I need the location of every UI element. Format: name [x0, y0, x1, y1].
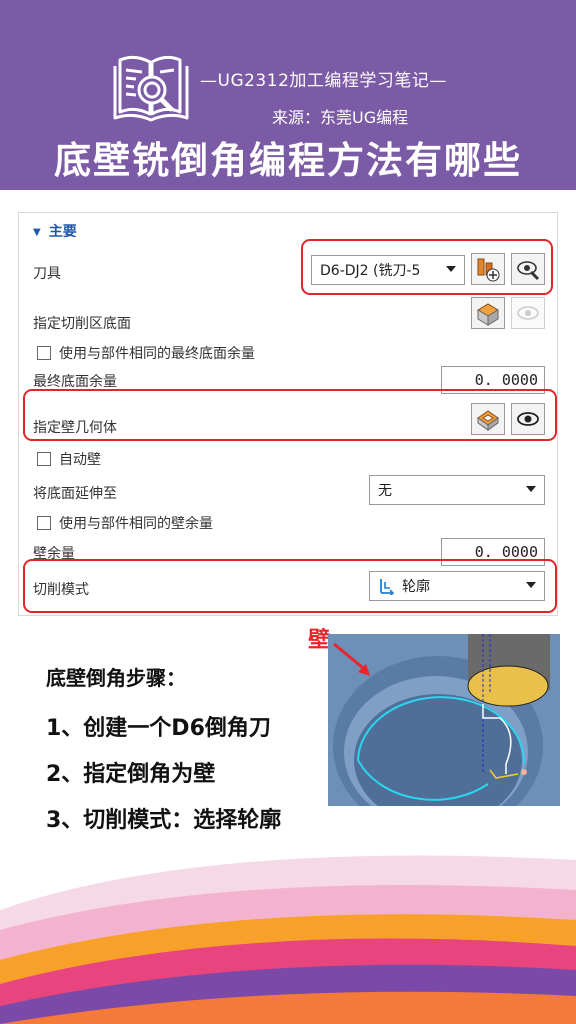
auto-wall-checkbox[interactable]: 自动壁	[37, 449, 101, 469]
show-floor-button[interactable]	[511, 297, 545, 329]
header-subtitle: —UG2312加工编程学习笔记—	[200, 71, 447, 91]
profile-mode-icon	[380, 579, 395, 595]
book-search-icon	[113, 55, 189, 122]
create-tool-button[interactable]	[471, 253, 505, 285]
chevron-down-icon	[526, 486, 536, 492]
extend-floor-select-value: 无	[378, 483, 392, 499]
extend-floor-label: 将底面延伸至	[33, 486, 117, 502]
tool-select[interactable]: D6-DJ2 (铣刀-5	[311, 255, 465, 285]
step-1: 1、创建一个D6倒角刀	[46, 716, 271, 741]
wall-stock-checkbox[interactable]: 使用与部件相同的壁余量	[37, 513, 213, 533]
checkbox-box[interactable]	[37, 452, 51, 466]
steps-title: 底壁倒角步骤：	[46, 666, 186, 690]
checkbox-box[interactable]	[37, 516, 51, 530]
wall-annotation-label: 壁	[308, 628, 331, 653]
cut-mode-label: 切削模式	[33, 582, 89, 598]
page-title: 底壁铣倒角编程方法有哪些	[54, 139, 522, 182]
wall-geometry-icon	[477, 410, 499, 431]
eye-icon	[517, 306, 539, 320]
cut-mode-select[interactable]: 轮廓	[369, 571, 545, 601]
floor-stock-label: 最终底面余量	[33, 374, 117, 390]
floor-stock-checkbox-label: 使用与部件相同的最终底面余量	[59, 346, 255, 362]
floor-stock-input[interactable]: 0. 0000	[441, 366, 545, 394]
create-tool-icon	[477, 258, 500, 282]
select-wall-button[interactable]	[471, 403, 505, 435]
chevron-down-icon	[526, 582, 536, 588]
edit-tool-button[interactable]	[511, 253, 545, 285]
tool-label: 刀具	[33, 266, 61, 282]
floor-label: 指定切削区底面	[33, 316, 131, 332]
operation-dialog: ▼ 主要 刀具 D6-DJ2 (铣刀-5 指定切削区底面 使用与部件相同的最终底…	[18, 212, 558, 616]
wall-stock-input[interactable]: 0. 0000	[441, 538, 545, 566]
eye-icon	[517, 412, 539, 426]
section-main[interactable]: ▼ 主要	[33, 221, 77, 241]
header-banner: —UG2312加工编程学习笔记— 来源：东莞UG编程 底壁铣倒角编程方法有哪些	[0, 0, 576, 190]
floor-stock-checkbox[interactable]: 使用与部件相同的最终底面余量	[37, 343, 255, 363]
arrow-icon	[333, 642, 370, 676]
auto-wall-checkbox-label: 自动壁	[59, 452, 101, 468]
wall-stock-label: 壁余量	[33, 546, 75, 562]
decorative-waves	[0, 855, 576, 1024]
select-floor-button[interactable]	[471, 297, 505, 329]
tool-select-value: D6-DJ2 (铣刀-5	[320, 263, 421, 279]
extend-floor-select[interactable]: 无	[369, 475, 545, 505]
floor-geometry-icon	[477, 303, 499, 326]
cut-mode-select-value: 轮廓	[402, 579, 430, 595]
section-title: 主要	[48, 224, 77, 240]
checkbox-box[interactable]	[37, 346, 51, 360]
wall-geometry-label: 指定壁几何体	[33, 420, 117, 436]
show-wall-button[interactable]	[511, 403, 545, 435]
collapse-triangle-icon[interactable]: ▼	[33, 227, 41, 238]
step-2: 2、指定倒角为壁	[46, 762, 216, 787]
header-source: 来源：东莞UG编程	[272, 108, 409, 127]
chevron-down-icon	[446, 266, 456, 272]
wall-stock-checkbox-label: 使用与部件相同的壁余量	[59, 516, 213, 532]
wrench-eye-icon	[517, 261, 540, 281]
